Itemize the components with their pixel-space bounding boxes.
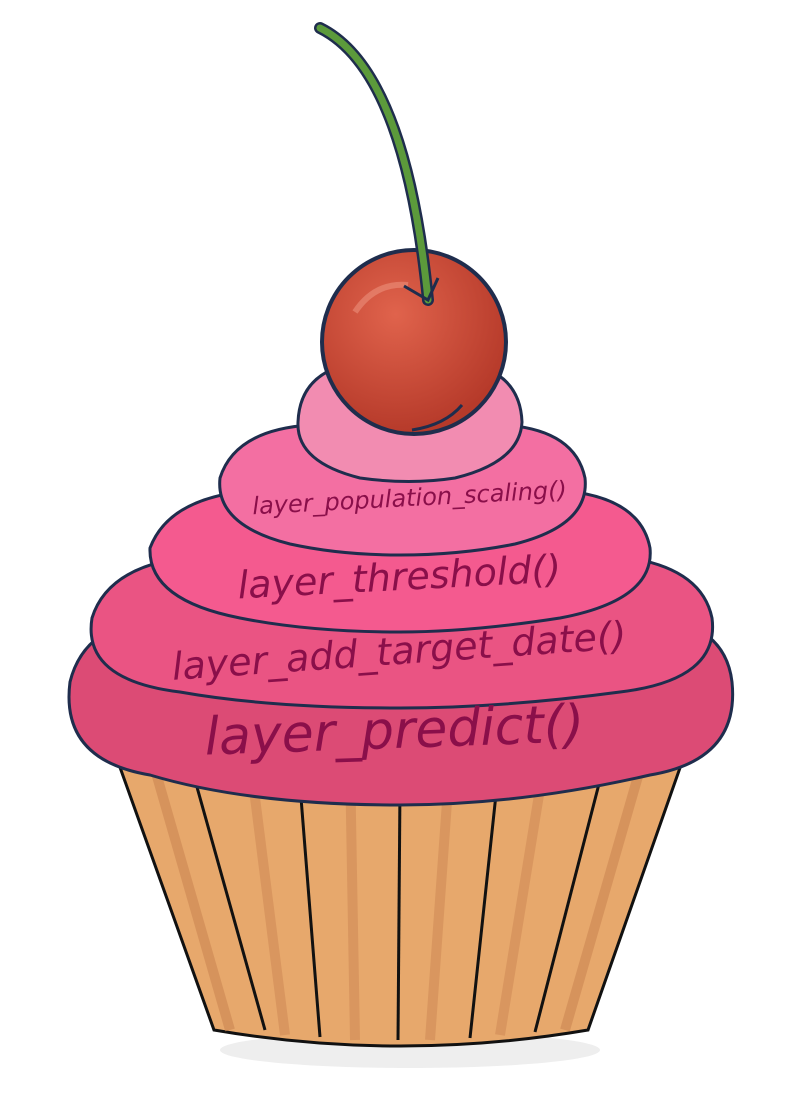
cupcake-diagram: layer_population_scaling() layer_thresho… — [0, 0, 801, 1098]
cherry — [320, 248, 508, 436]
cupcake-illustration: layer_population_scaling() layer_thresho… — [67, 22, 735, 1068]
